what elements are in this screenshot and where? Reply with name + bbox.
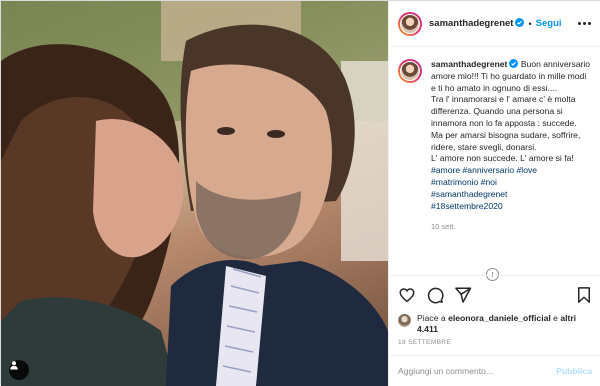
caption-text: samanthadegrenet Buon anniversario amore… bbox=[431, 59, 591, 233]
verified-badge-icon bbox=[509, 59, 519, 68]
caption-timestamp[interactable]: 10 sett. bbox=[431, 221, 591, 233]
publish-button[interactable]: Pubblica bbox=[556, 366, 592, 376]
caption-avatar[interactable] bbox=[398, 59, 422, 83]
follow-button[interactable]: Segui bbox=[536, 18, 562, 29]
verified-badge-icon bbox=[515, 18, 525, 27]
post-header: samanthadegrenet • Segui bbox=[389, 1, 600, 47]
comment-icon[interactable] bbox=[426, 286, 444, 304]
hashtag-link[interactable]: #matrimonio #noi bbox=[431, 177, 591, 189]
more-options-icon[interactable] bbox=[576, 17, 592, 29]
action-bar bbox=[398, 286, 472, 304]
header-avatar[interactable] bbox=[398, 11, 422, 36]
hashtag-link[interactable]: #samanthadegrenet bbox=[431, 189, 591, 201]
post-side-panel: samanthadegrenet • Segui samanthadegrene… bbox=[388, 1, 600, 386]
likes-text: Piace a eleonora_daniele_official e altr… bbox=[417, 313, 577, 334]
post-date[interactable]: 18 SETTEMBRE bbox=[398, 339, 451, 346]
header-username[interactable]: samanthadegrenet bbox=[429, 18, 525, 29]
comments-section: samanthadegrenet Buon anniversario amore… bbox=[389, 47, 600, 281]
heart-icon[interactable] bbox=[398, 286, 416, 304]
caption-username[interactable]: samanthadegrenet bbox=[431, 59, 519, 69]
add-comment-bar: Pubblica bbox=[389, 355, 600, 386]
hashtag-link[interactable]: #18settembre2020 bbox=[431, 201, 591, 213]
caption-line: L' amore non succede. L' amore si fa! bbox=[431, 153, 574, 164]
separator-dot: • bbox=[528, 18, 532, 29]
liker-avatar[interactable] bbox=[398, 314, 411, 327]
caption: samanthadegrenet Buon anniversario amore… bbox=[398, 59, 592, 233]
share-icon[interactable] bbox=[454, 286, 472, 304]
actions-section: Piace a eleonora_daniele_official e altr… bbox=[389, 275, 600, 355]
couple-photo-illustration bbox=[1, 1, 388, 386]
hashtag-link[interactable]: #amore #anniversario #love bbox=[431, 165, 591, 177]
likes-summary: Piace a eleonora_daniele_official e altr… bbox=[398, 313, 592, 335]
liker-username[interactable]: eleonora_daniele_official bbox=[448, 313, 551, 323]
comment-input[interactable] bbox=[398, 366, 557, 376]
caption-line: Tra l' innamorarsi e l' amare c' è molta… bbox=[431, 94, 577, 128]
post-photo[interactable] bbox=[1, 1, 388, 386]
bookmark-icon[interactable] bbox=[575, 286, 593, 304]
instagram-post-window: samanthadegrenet • Segui samanthadegrene… bbox=[0, 0, 600, 386]
user-tag-icon[interactable] bbox=[9, 360, 29, 380]
caption-line: Ma per amarsi bisogna sudare, soffrire, … bbox=[431, 129, 581, 152]
